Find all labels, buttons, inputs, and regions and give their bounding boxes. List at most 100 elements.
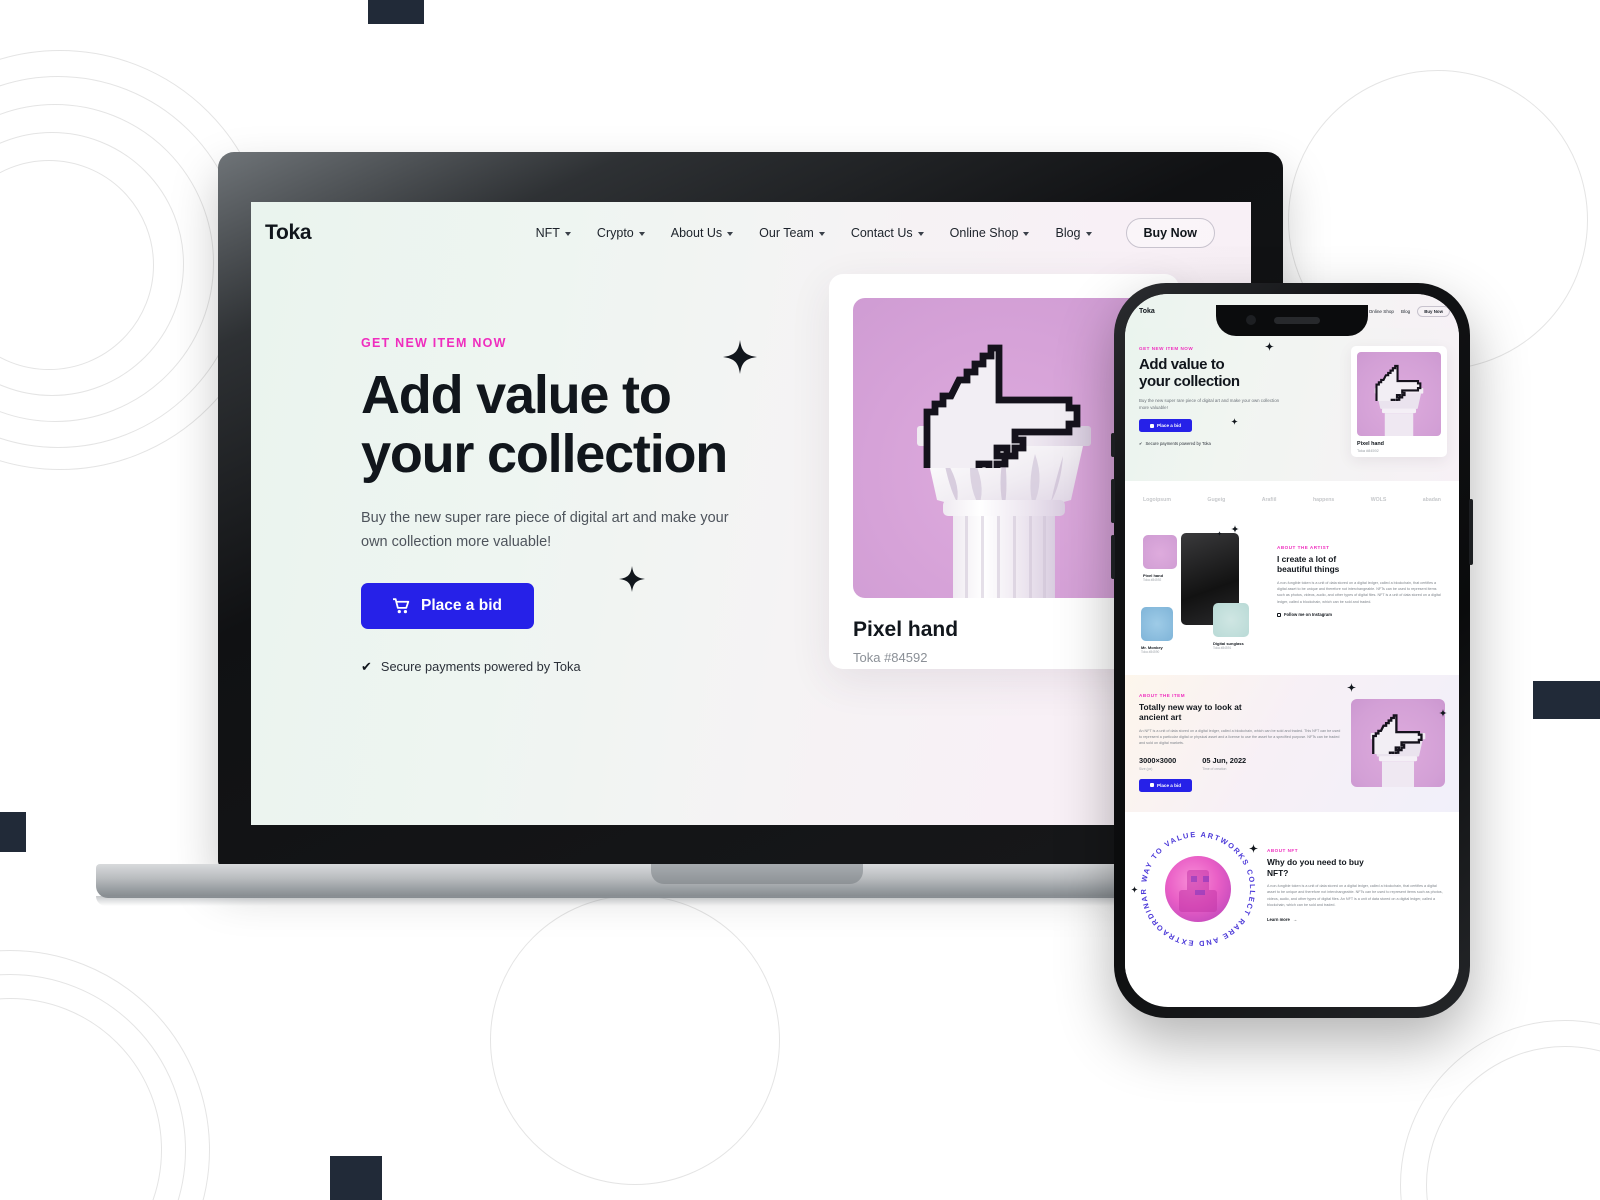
phone-about-artist-section: Pixel hand Toka #84592 Digital sunglass … — [1125, 519, 1459, 675]
phone-secure-label: Secure payments powered by Toka — [1145, 440, 1211, 446]
phone-hero-subtitle: Buy the new super rare piece of digital … — [1139, 398, 1280, 411]
phone-instagram-label: Follow me on Instagram — [1284, 612, 1332, 618]
front-camera-icon — [1246, 315, 1256, 325]
brand-logo-item: Logoipsum — [1143, 497, 1171, 503]
phone-volume-down-button[interactable] — [1111, 535, 1115, 579]
phone-hero-section: GET NEW ITEM NOW Add value to your colle… — [1125, 328, 1459, 481]
phone-brand-logo[interactable]: Toka — [1139, 308, 1155, 315]
gallery-tile-digital-sunglass[interactable] — [1213, 603, 1249, 637]
phone-mute-button[interactable] — [1111, 433, 1115, 457]
phone-ancient-eyebrow: ABOUT THE ITEM — [1139, 693, 1186, 698]
chevron-down-icon — [917, 232, 924, 236]
phone-about-title-line-2: beautiful things — [1277, 564, 1340, 575]
phone-volume-up-button[interactable] — [1111, 479, 1115, 523]
phone-hero-copy: GET NEW ITEM NOW Add value to your colle… — [1139, 342, 1289, 457]
nav-item-crypto[interactable]: Crypto — [597, 226, 645, 240]
decor-rings-bottom-left — [0, 950, 240, 1200]
chevron-down-icon — [638, 232, 645, 236]
buy-now-button[interactable]: Buy Now — [1125, 218, 1215, 248]
chevron-down-icon — [727, 232, 734, 236]
secure-payments-label: Secure payments powered by Toka — [380, 659, 581, 675]
secure-payments-note: ✔ Secure payments powered by Toka — [361, 659, 791, 675]
phone-circular-badge: WAY TO VALUE ARTWORKS COLLECT RARE AND E… — [1131, 823, 1258, 949]
place-a-bid-button[interactable]: Place a bid — [361, 582, 534, 629]
nav-item-online-shop[interactable]: Online Shop — [950, 226, 1030, 240]
pixel-hand-cursor-icon — [923, 344, 1081, 468]
decor-square-top — [368, 0, 424, 24]
nav-item-about-us[interactable]: About Us — [670, 226, 734, 240]
site-navbar: Toka NFT Crypto About Us Our Team Contac… — [251, 202, 1251, 264]
phone-place-a-bid-button[interactable]: Place a bid — [1139, 419, 1193, 433]
hero-title-line-1: Add value to — [361, 365, 672, 425]
phone-ancient-title-line-2: ancient art — [1139, 712, 1182, 723]
phone-about-title: I create a lot of beautiful things — [1277, 554, 1445, 575]
check-icon: ✔ — [1139, 440, 1143, 446]
pixel-hand-cursor-icon — [1372, 713, 1423, 754]
phone-artwork-gallery: Pixel hand Toka #84592 Digital sunglass … — [1139, 525, 1269, 657]
brand-logo[interactable]: Toka — [265, 221, 312, 245]
phone-why-title: Why do you need to buy NFT? — [1267, 857, 1445, 878]
phone-hero-title: Add value to your collection — [1139, 356, 1289, 390]
laptop-screen: Toka NFT Crypto About Us Our Team Contac… — [251, 202, 1251, 825]
phone-why-body: A non-fungible token is a unit of data s… — [1267, 883, 1443, 908]
phone-ancient-copy: ABOUT THE ITEM Totally new way to look a… — [1139, 693, 1341, 792]
phone-nav-item-blog[interactable]: Blog — [1401, 309, 1410, 314]
sparkle-icon — [1231, 525, 1239, 533]
phone-why-title-line-2: NFT? — [1267, 867, 1289, 878]
hero-section: GET NEW ITEM NOW Add value to your colle… — [251, 264, 1251, 675]
nav-item-contact-us[interactable]: Contact Us — [851, 226, 924, 240]
nav-label: About Us — [670, 226, 723, 240]
stat-label: Size (px) — [1139, 766, 1153, 771]
stat-value: 05 Jun, 2022 — [1202, 755, 1247, 765]
phone-why-eyebrow: ABOUT NFT — [1267, 848, 1299, 854]
phone-ancient-place-a-bid-button[interactable]: Place a bid — [1139, 778, 1193, 792]
instagram-icon — [1277, 612, 1281, 617]
shopping-cart-icon — [1150, 423, 1154, 428]
nav-label: NFT — [535, 226, 560, 240]
hero-subtitle: Buy the new super rare piece of digital … — [361, 509, 729, 550]
nav-item-blog[interactable]: Blog — [1055, 226, 1092, 240]
stat-size: 3000×3000 Size (px) — [1139, 756, 1176, 771]
phone-nav-item-online-shop[interactable]: Online Shop — [1369, 309, 1394, 314]
nav-item-our-team[interactable]: Our Team — [759, 226, 825, 240]
phone-why-copy: ABOUT NFT Why do you need to buy NFT? A … — [1267, 830, 1445, 948]
gallery-caption: Mr. Monkey Toka #84590 — [1141, 643, 1163, 654]
gallery-caption: Pixel hand Toka #84592 — [1143, 571, 1163, 582]
page-title: Add value to your collection — [361, 365, 791, 485]
sparkle-icon — [1217, 531, 1222, 536]
pixel-face-artwork-icon — [1179, 870, 1217, 913]
phone-hero-title-line-2: your collection — [1139, 373, 1240, 391]
phone-ancient-artwork — [1351, 698, 1445, 787]
gallery-tile-pixel-hand[interactable] — [1143, 535, 1177, 569]
phone-learn-more-link[interactable]: Learn more → — [1267, 917, 1445, 922]
phone-ancient-title-line-1: Totally new way to look at — [1139, 702, 1242, 712]
brand-logo-item: Arafiil — [1261, 497, 1277, 503]
phone-buy-now-button[interactable]: Buy Now — [1417, 305, 1450, 317]
sparkle-icon — [1439, 709, 1447, 717]
stat-date: 05 Jun, 2022 Time of creation — [1202, 756, 1246, 771]
phone-about-copy: ABOUT THE ARTIST I create a lot of beaut… — [1277, 529, 1445, 657]
decor-square-bottom — [330, 1156, 382, 1200]
hero-copy: GET NEW ITEM NOW Add value to your colle… — [361, 336, 791, 675]
phone-nft-card-title: Pixel hand — [1357, 441, 1384, 447]
nav-menu: NFT Crypto About Us Our Team Contact Us … — [536, 218, 1215, 248]
shopping-cart-icon — [1150, 783, 1154, 788]
nft-artwork — [853, 298, 1155, 598]
phone-learn-more-label: Learn more — [1267, 916, 1290, 922]
gallery-tile-mr-monkey[interactable] — [1141, 607, 1173, 641]
check-icon: ✔ — [361, 658, 372, 674]
phone-instagram-link[interactable]: Follow me on Instagram — [1277, 612, 1445, 617]
sparkle-icon — [1265, 342, 1274, 351]
phone-ancient-title: Totally new way to look at ancient art — [1139, 702, 1341, 723]
phone-nft-card[interactable]: Pixel hand Toka #84592 — [1351, 346, 1447, 457]
phone-why-title-line-1: Why do you need to buy — [1267, 857, 1364, 868]
phone-power-button[interactable] — [1469, 499, 1473, 565]
nav-item-nft[interactable]: NFT — [536, 226, 571, 240]
phone-ancient-stats: 3000×3000 Size (px) 05 Jun, 2022 Time of… — [1139, 756, 1341, 771]
phone-notch — [1216, 305, 1368, 336]
phone-nft-card-meta: Toka #84592 — [1357, 449, 1379, 453]
phone-brand-logos: Logoipsum Gugeig Arafiil happens WOLS ab… — [1125, 481, 1459, 519]
decor-ring-bottom-right — [1400, 1020, 1600, 1200]
phone-about-title-line-1: I create a lot of — [1277, 554, 1337, 564]
brand-logo-item: happens — [1312, 497, 1335, 503]
